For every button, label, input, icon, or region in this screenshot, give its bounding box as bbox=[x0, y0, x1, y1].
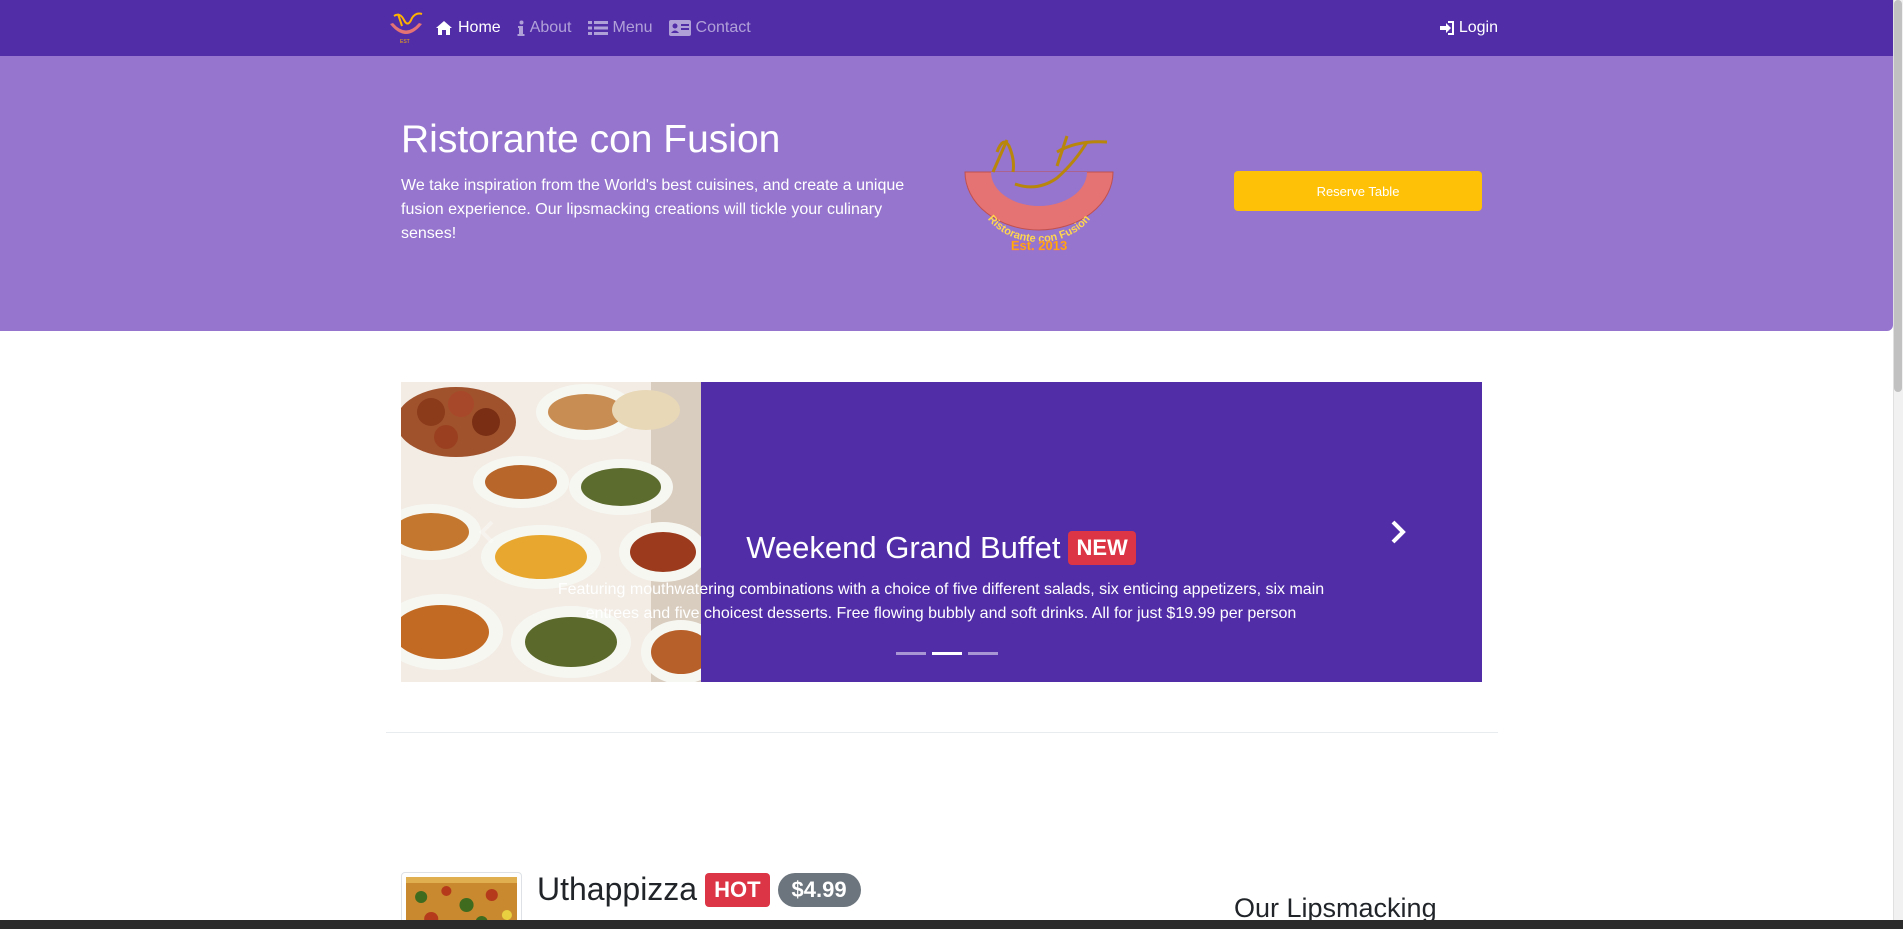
nav-about-link[interactable]: About bbox=[517, 19, 572, 37]
info-icon bbox=[517, 20, 525, 36]
login-button[interactable]: Login bbox=[1439, 0, 1498, 56]
carousel-caption: Weekend Grand Buffet NEW Featuring mouth… bbox=[556, 530, 1326, 626]
list-icon bbox=[587, 21, 608, 35]
address-card-icon bbox=[668, 20, 691, 36]
nav-contact-link[interactable]: Contact bbox=[668, 19, 751, 37]
scrollbar-thumb[interactable] bbox=[1894, 0, 1902, 392]
nav-home-link[interactable]: Home bbox=[435, 19, 501, 37]
hot-badge: HOT bbox=[705, 872, 770, 907]
jumbotron: Ristorante con Fusion We take inspiratio… bbox=[0, 56, 1893, 331]
navbar: EST Home About Menu Contact Login bbox=[0, 0, 1893, 56]
svg-text:EST: EST bbox=[400, 39, 410, 45]
carousel-indicators bbox=[401, 652, 1482, 655]
carousel: Weekend Grand Buffet NEW Featuring mouth… bbox=[401, 382, 1482, 682]
page-title: Ristorante con Fusion bbox=[401, 118, 781, 161]
brand-logo-icon[interactable]: EST bbox=[386, 10, 426, 46]
navbar-container: EST Home About Menu Contact Login bbox=[386, 0, 1498, 56]
sign-in-icon bbox=[1439, 21, 1454, 35]
dish-name: Uthappizza bbox=[537, 871, 698, 907]
reserve-table-button[interactable]: Reserve Table bbox=[1234, 171, 1482, 211]
nav-about-label: About bbox=[529, 19, 572, 36]
carousel-description: Featuring mouthwatering combinations wit… bbox=[557, 581, 1325, 622]
svg-text:Est. 2013: Est. 2013 bbox=[1011, 238, 1067, 253]
new-badge: NEW bbox=[1068, 531, 1136, 565]
home-icon bbox=[436, 21, 452, 35]
nav-home-label: Home bbox=[458, 19, 501, 36]
nav-menu-label: Menu bbox=[612, 19, 653, 36]
login-label: Login bbox=[1458, 19, 1498, 36]
carousel-prev-icon[interactable] bbox=[479, 520, 495, 544]
carousel-indicator-3[interactable] bbox=[967, 652, 998, 655]
section-divider bbox=[386, 732, 1498, 733]
nav-links: Home About Menu Contact bbox=[435, 0, 751, 56]
price-badge: $4.99 bbox=[777, 872, 861, 907]
dish-heading: Uthappizza HOT $4.99 bbox=[537, 871, 861, 908]
restaurant-logo-image: Ristorante con Fusion Est. 2013 bbox=[964, 135, 1114, 253]
carousel-indicator-1[interactable] bbox=[895, 652, 926, 655]
carousel-title: Weekend Grand Buffet bbox=[746, 530, 1061, 565]
jumbotron-description: We take inspiration from the World's bes… bbox=[401, 177, 905, 242]
carousel-next-icon[interactable] bbox=[1390, 520, 1406, 544]
nav-contact-label: Contact bbox=[695, 19, 751, 36]
carousel-indicator-2[interactable] bbox=[931, 652, 962, 655]
nav-menu-link[interactable]: Menu bbox=[587, 19, 653, 37]
carousel-caption-title: Weekend Grand Buffet NEW bbox=[746, 530, 1136, 566]
scrollbar[interactable] bbox=[1893, 0, 1903, 920]
taskbar-strip bbox=[0, 920, 1903, 929]
